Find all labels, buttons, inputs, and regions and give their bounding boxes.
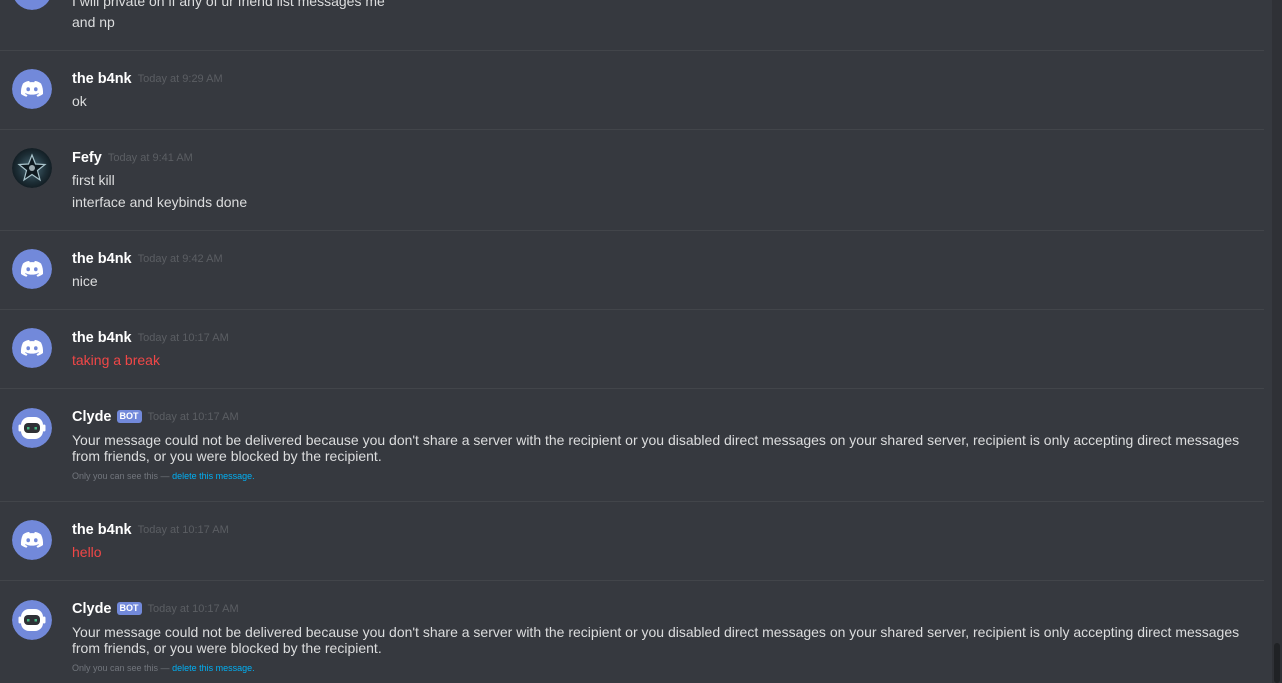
- scrollbar-thumb[interactable]: [1274, 643, 1280, 683]
- message-text: Your message could not be delivered beca…: [72, 432, 1240, 464]
- message-group: the b4nk Today at 10:17 AM hello: [0, 501, 1264, 581]
- avatar[interactable]: [12, 69, 52, 109]
- discord-logo-icon: [12, 69, 52, 109]
- avatar[interactable]: [12, 148, 52, 188]
- clyde-robot-icon: [12, 600, 52, 640]
- avatar[interactable]: [12, 0, 52, 10]
- message-list[interactable]: I will private on if any of ur friend li…: [0, 0, 1272, 683]
- ephemeral-note: Only you can see this — delete this mess…: [72, 471, 255, 481]
- bot-tag: BOT: [116, 410, 142, 424]
- discord-logo-icon: [12, 328, 52, 368]
- message-text: ok: [72, 93, 87, 109]
- message-group: the b4nk Today at 10:17 AM taking a break: [0, 309, 1264, 389]
- message-text: interface and keybinds done: [72, 194, 248, 210]
- message-text-failed: hello: [72, 544, 102, 560]
- message-group: Clyde BOT Today at 10:17 AM Your message c…: [0, 388, 1264, 502]
- avatar[interactable]: [12, 249, 52, 289]
- username[interactable]: the b4nk: [72, 522, 132, 538]
- delete-message-link[interactable]: delete this message.: [172, 663, 255, 673]
- message-text: first kill: [72, 172, 115, 188]
- timestamp: Today at 9:42 AM: [137, 252, 223, 265]
- username[interactable]: Fefy: [72, 150, 102, 166]
- timestamp: Today at 9:41 AM: [107, 151, 193, 164]
- avatar[interactable]: [12, 328, 52, 368]
- scrollbar-track[interactable]: [1272, 0, 1282, 683]
- delete-message-link[interactable]: delete this message.: [172, 471, 255, 481]
- clyde-robot-icon: [12, 408, 52, 448]
- username[interactable]: the b4nk: [72, 71, 132, 87]
- username[interactable]: the b4nk: [72, 330, 132, 346]
- ephemeral-note-text: Only you can see this —: [72, 663, 170, 673]
- timestamp: Today at 10:17 AM: [147, 602, 239, 615]
- bot-tag: BOT: [116, 602, 142, 616]
- discord-logo-icon: [12, 0, 52, 10]
- message-group: I will private on if any of ur friend li…: [0, 0, 1264, 50]
- username[interactable]: the b4nk: [72, 251, 132, 267]
- discord-logo-icon: [12, 249, 52, 289]
- timestamp: Today at 9:29 AM: [137, 72, 223, 85]
- discord-logo-icon: [12, 520, 52, 560]
- timestamp: Today at 10:17 AM: [137, 331, 229, 344]
- message-text: nice: [72, 273, 98, 289]
- ephemeral-note-text: Only you can see this —: [72, 471, 170, 481]
- message-group: the b4nk Today at 9:29 AM ok: [0, 50, 1264, 130]
- username[interactable]: Clyde: [72, 409, 112, 425]
- message-text-failed: taking a break: [72, 352, 160, 368]
- timestamp: Today at 10:17 AM: [137, 523, 229, 536]
- message-text: I will private on if any of ur friend li…: [72, 0, 385, 9]
- avatar[interactable]: [12, 520, 52, 560]
- message-text: Your message could not be delivered beca…: [72, 624, 1240, 656]
- username[interactable]: Clyde: [72, 601, 112, 617]
- message-text: and np: [72, 14, 115, 30]
- ephemeral-note: Only you can see this — delete this mess…: [72, 663, 255, 673]
- message-group: the b4nk Today at 9:42 AM nice: [0, 230, 1264, 310]
- avatar[interactable]: [12, 600, 52, 640]
- message-group: Fefy Today at 9:41 AM first kill interfac…: [0, 129, 1264, 231]
- message-group: Clyde BOT Today at 10:17 AM Your message c…: [0, 580, 1264, 683]
- star-avatar-icon: [12, 148, 52, 188]
- timestamp: Today at 10:17 AM: [147, 410, 239, 423]
- avatar[interactable]: [12, 408, 52, 448]
